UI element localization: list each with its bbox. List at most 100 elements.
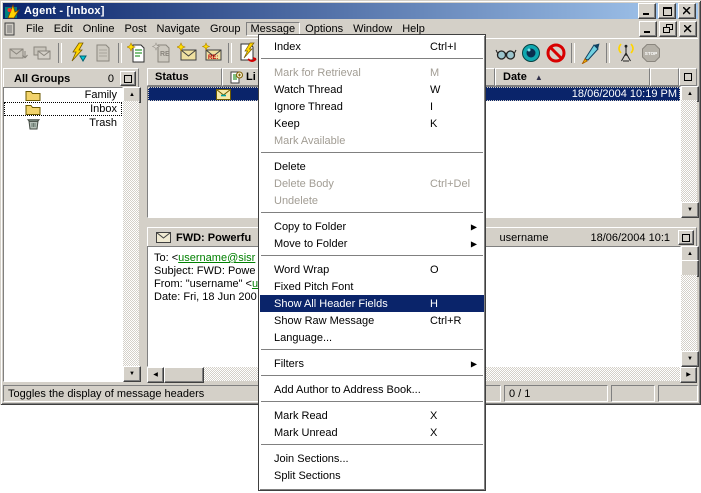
ignore-icon[interactable] bbox=[543, 41, 568, 65]
group-row-inbox[interactable]: Inbox bbox=[4, 102, 122, 116]
menu-navigate[interactable]: Navigate bbox=[152, 22, 205, 36]
menu-item-show-raw-message[interactable]: Show Raw MessageCtrl+R bbox=[260, 312, 484, 329]
message-menu: IndexCtrl+I Mark for RetrievalM Watch Th… bbox=[258, 34, 486, 491]
menu-item-index[interactable]: IndexCtrl+I bbox=[260, 38, 484, 55]
folder-icon bbox=[24, 103, 42, 115]
menu-online[interactable]: Online bbox=[78, 22, 120, 36]
submenu-arrow-icon: ▶ bbox=[471, 359, 477, 368]
launch-rocket-icon[interactable] bbox=[578, 41, 603, 65]
message-date: 18/06/2004 10:19 PM bbox=[572, 88, 680, 100]
menu-item-split-sections[interactable]: Split Sections bbox=[260, 467, 484, 484]
status-counter: 0 / 1 bbox=[504, 385, 608, 402]
menu-item-delete[interactable]: Delete bbox=[260, 158, 484, 175]
window-title: Agent - [Inbox] bbox=[24, 5, 105, 17]
menu-item-language[interactable]: Language... bbox=[260, 329, 484, 346]
group-row-trash[interactable]: Trash bbox=[4, 116, 122, 130]
get-selected-messages-icon bbox=[30, 41, 55, 65]
child-close-icon[interactable] bbox=[679, 21, 697, 37]
child-minimize-icon[interactable] bbox=[639, 21, 657, 37]
menu-item-mark-unread[interactable]: Mark UnreadX bbox=[260, 424, 484, 441]
menu-edit[interactable]: Edit bbox=[49, 22, 78, 36]
maximize-pane-icon[interactable] bbox=[679, 68, 697, 86]
envelope-icon bbox=[156, 232, 171, 243]
keyring-badge-icon[interactable] bbox=[518, 41, 543, 65]
new-email-icon[interactable] bbox=[175, 41, 200, 65]
desktop: Agent - [Inbox] File Edit Online Post Na… bbox=[0, 0, 701, 493]
toolbar-separator bbox=[118, 43, 122, 63]
svg-text:RE:: RE: bbox=[208, 55, 218, 61]
menu-separator bbox=[260, 398, 484, 407]
menu-item-filters[interactable]: Filters▶ bbox=[260, 355, 484, 372]
menu-item-watch-thread[interactable]: Watch ThreadW bbox=[260, 81, 484, 98]
status-panel bbox=[658, 385, 698, 402]
menu-item-move-to-folder[interactable]: Move to Folder▶ bbox=[260, 235, 484, 252]
message-title: FWD: Powerfu bbox=[176, 232, 251, 244]
child-restore-icon[interactable] bbox=[659, 21, 677, 37]
column-date[interactable]: Date ▲ bbox=[495, 68, 650, 86]
groups-panel: All Groups 0 Family Inbox Trash bbox=[3, 68, 139, 382]
group-row-family[interactable]: Family bbox=[4, 88, 122, 102]
svg-text:STOP: STOP bbox=[644, 51, 656, 56]
scroll-track[interactable] bbox=[681, 100, 697, 204]
menu-separator bbox=[260, 55, 484, 64]
message-author: username bbox=[500, 232, 549, 244]
menu-item-add-author-to-address-book[interactable]: Add Author to Address Book... bbox=[260, 381, 484, 398]
view-glasses-icon[interactable] bbox=[493, 41, 518, 65]
groups-scrollbar: ▲ ▼ bbox=[123, 87, 139, 382]
maximize-pane-icon[interactable] bbox=[120, 71, 136, 86]
groups-panel-header: All Groups 0 bbox=[3, 68, 139, 89]
message-view-scrollbar: ▲ ▼ bbox=[681, 246, 697, 367]
toolbar-separator bbox=[228, 43, 232, 63]
scroll-thumb[interactable] bbox=[164, 367, 204, 383]
close-icon[interactable] bbox=[678, 3, 696, 19]
toolbar-separator bbox=[606, 43, 610, 63]
followup-article-icon: RE bbox=[150, 41, 175, 65]
go-online-antenna-icon[interactable] bbox=[613, 41, 638, 65]
column-status[interactable]: Status bbox=[147, 68, 222, 86]
menu-item-join-sections[interactable]: Join Sections... bbox=[260, 450, 484, 467]
groups-count: 0 bbox=[108, 73, 114, 85]
menu-item-word-wrap[interactable]: Word WrapO bbox=[260, 261, 484, 278]
email-link[interactable]: username@sisr bbox=[178, 252, 255, 264]
post-article-icon bbox=[90, 41, 115, 65]
menu-item-keep[interactable]: KeepK bbox=[260, 115, 484, 132]
menu-separator bbox=[260, 209, 484, 218]
reply-email-icon[interactable]: RE: bbox=[200, 41, 225, 65]
menu-item-mark-for-retrieval: Mark for RetrievalM bbox=[260, 64, 484, 81]
scroll-right-icon[interactable]: ▶ bbox=[680, 367, 697, 383]
group-label: Trash bbox=[42, 117, 122, 129]
menu-item-copy-to-folder[interactable]: Copy to Folder▶ bbox=[260, 218, 484, 235]
title-bar[interactable]: Agent - [Inbox] bbox=[3, 3, 698, 19]
scroll-down-icon[interactable]: ▼ bbox=[681, 202, 699, 218]
menu-item-mark-read[interactable]: Mark ReadX bbox=[260, 407, 484, 424]
lines-icon bbox=[230, 71, 243, 84]
group-label: Inbox bbox=[42, 103, 122, 115]
menu-separator bbox=[260, 252, 484, 261]
menu-item-undelete: Undelete bbox=[260, 192, 484, 209]
menu-post[interactable]: Post bbox=[120, 22, 152, 36]
send-queued-icon[interactable] bbox=[235, 41, 260, 65]
minimize-icon[interactable] bbox=[638, 3, 656, 19]
scroll-down-icon[interactable]: ▼ bbox=[123, 366, 141, 382]
status-panel bbox=[611, 385, 655, 402]
menu-item-fixed-pitch-font[interactable]: Fixed Pitch Font bbox=[260, 278, 484, 295]
svg-text:RE: RE bbox=[160, 51, 170, 58]
envelope-icon bbox=[216, 89, 231, 100]
scroll-track[interactable] bbox=[681, 275, 697, 353]
menu-item-ignore-thread[interactable]: Ignore ThreadI bbox=[260, 98, 484, 115]
maximize-pane-icon[interactable] bbox=[678, 230, 694, 245]
menu-file[interactable]: File bbox=[21, 22, 49, 36]
document-icon[interactable] bbox=[3, 22, 17, 36]
groups-list: Family Inbox Trash bbox=[3, 87, 123, 382]
toolbar-separator bbox=[571, 43, 575, 63]
scroll-left-icon[interactable]: ◀ bbox=[147, 367, 164, 383]
maximize-icon[interactable] bbox=[658, 3, 676, 19]
menu-separator bbox=[260, 346, 484, 355]
menu-group[interactable]: Group bbox=[205, 22, 246, 36]
scroll-track[interactable] bbox=[123, 101, 139, 368]
scroll-down-icon[interactable]: ▼ bbox=[681, 351, 699, 367]
menu-item-show-all-header-fields[interactable]: Show All Header FieldsH bbox=[260, 295, 484, 312]
new-article-icon[interactable] bbox=[125, 41, 150, 65]
column-end bbox=[650, 68, 679, 86]
go-online-get-icon[interactable] bbox=[65, 41, 90, 65]
